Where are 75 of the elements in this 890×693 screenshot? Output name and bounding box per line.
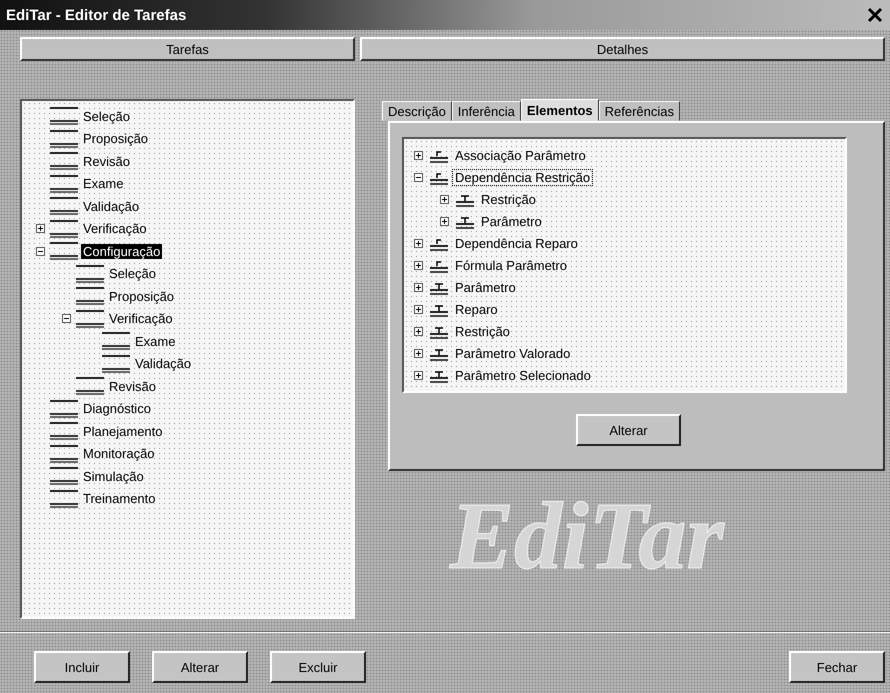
tree-item[interactable]: Exame [133,334,178,349]
tree-item[interactable]: Planejamento [81,424,164,439]
tree-item[interactable]: Associação Parâmetro [453,148,588,162]
tree-item[interactable]: Configuração [81,244,162,259]
tree-item[interactable]: Validação [81,198,142,214]
logo-text: EdiTar [450,483,726,589]
expand-icon[interactable] [440,194,449,204]
tab[interactable]: Inferência [452,101,521,121]
tab[interactable]: Referências [598,101,680,121]
lines-icon [102,332,130,350]
collapse-icon[interactable] [36,246,45,256]
lines-icon [50,400,78,418]
tree-item[interactable]: Parâmetro [453,280,518,294]
lines-icon [76,264,104,283]
expand-icon[interactable] [414,238,423,248]
close-icon[interactable] [866,6,884,24]
expand-icon[interactable] [36,224,45,234]
panel-header: Detalhes [360,37,885,61]
panel-header: Tarefas [20,37,355,61]
action-button[interactable]: Alterar [152,651,248,683]
lines-icon [50,197,78,216]
action-button[interactable]: Incluir [34,651,130,683]
tree-item[interactable]: Parâmetro Selecionado [453,368,593,382]
lines-icon [50,444,78,463]
collapse-icon[interactable] [414,172,423,182]
tree-item[interactable]: Treinamento [81,491,158,506]
tree-item[interactable]: Verificação [107,311,175,326]
tree-item[interactable]: Proposição [81,131,150,146]
alter-button[interactable]: Alterar [576,414,681,446]
expand-icon[interactable] [414,150,423,160]
tree-item[interactable]: Proposição [107,288,176,304]
tree-item[interactable]: Parâmetro Valorado [453,346,572,360]
expand-icon[interactable] [440,216,449,226]
expand-icon[interactable] [414,304,423,314]
close-button[interactable]: Fechar [789,651,885,683]
lines-icon [50,174,78,193]
lines-icon [76,377,104,396]
tab[interactable]: Elementos [520,99,599,121]
tree-item[interactable]: Seleção [107,266,158,282]
tree-item[interactable]: Diagnóstico [81,401,153,416]
window-title: EdiTar - Editor de Tarefas [6,6,186,24]
tree-item[interactable]: Exame [81,176,126,192]
expand-icon[interactable] [414,326,423,336]
tree-item[interactable]: Simulação [81,468,146,484]
tree-item[interactable]: Restrição [479,192,538,206]
tree-item[interactable]: Reparo [453,302,500,316]
expand-icon[interactable] [414,370,423,380]
lines-icon [50,490,78,508]
lines-icon [50,422,78,440]
action-button[interactable]: Excluir [270,651,366,683]
tree-item[interactable]: Validação [133,356,194,372]
lines-icon [102,354,130,373]
tree-item[interactable]: Revisão [107,378,158,394]
tree-item[interactable]: Dependência Reparo [453,236,580,250]
tree-item[interactable]: Verificação [81,221,149,236]
expand-icon[interactable] [414,282,423,292]
lines-icon [50,220,78,238]
lines-icon [50,467,78,486]
expand-icon[interactable] [414,348,423,358]
lines-icon [76,287,104,306]
tree-item[interactable]: Dependência Restrição [453,170,592,184]
lines-icon [50,107,78,126]
expand-icon[interactable] [414,260,423,270]
lines-icon [50,242,78,260]
tree-item[interactable]: Fórmula Parâmetro [453,258,569,272]
lines-icon [76,310,104,328]
tree-item[interactable]: Restrição [453,324,512,338]
tree-item[interactable]: Monitoração [81,446,157,462]
tree-item[interactable]: Parâmetro [479,214,544,228]
lines-icon [50,130,78,148]
lines-icon [50,152,78,170]
tree-item[interactable]: Revisão [81,154,132,169]
collapse-icon[interactable] [62,314,71,324]
tree-item[interactable]: Seleção [81,108,132,124]
tab[interactable]: Descrição [382,101,452,121]
